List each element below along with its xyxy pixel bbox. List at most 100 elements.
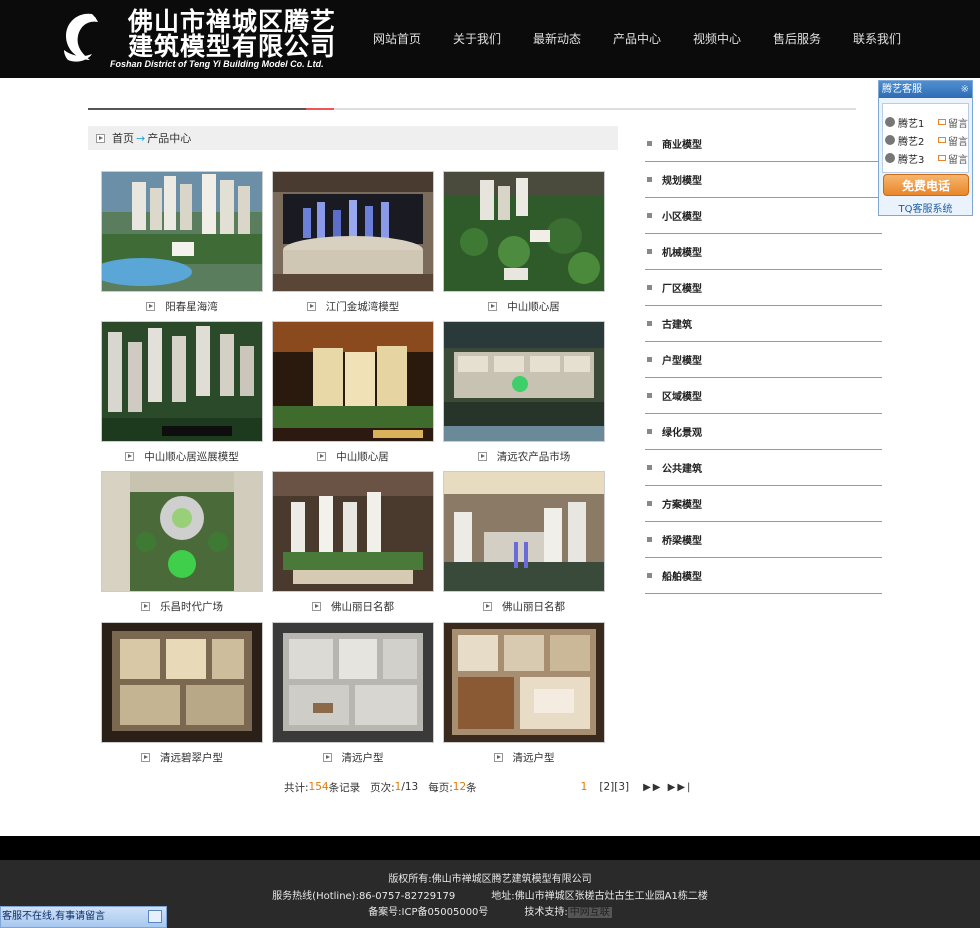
product-caption[interactable]: 清远户型 xyxy=(272,750,434,765)
category-item[interactable]: 商业模型 xyxy=(645,126,882,162)
category-item[interactable]: 绿化景观 xyxy=(645,414,882,450)
product-card[interactable]: 清远户型 xyxy=(272,622,434,764)
site-logo[interactable]: 佛山市禅城区腾艺 建筑模型有限公司 Foshan District of Ten… xyxy=(58,8,348,72)
footer-address: 地址:佛山市禅城区张槎古灶古生工业园A1栋二楼 xyxy=(491,891,708,902)
bullet-icon xyxy=(647,573,652,578)
product-caption[interactable]: 清远农产品市场 xyxy=(443,449,605,464)
product-caption[interactable]: 佛山丽日名都 xyxy=(272,599,434,614)
nav-news[interactable]: 最新动态 xyxy=(526,30,606,48)
product-thumbnail[interactable] xyxy=(443,171,605,292)
category-item[interactable]: 小区模型 xyxy=(645,198,882,234)
bullet-icon xyxy=(647,321,652,326)
product-caption[interactable]: 清远户型 xyxy=(443,750,605,765)
product-card[interactable]: 佛山丽日名都 xyxy=(272,471,434,613)
category-item[interactable]: 船舶模型 xyxy=(645,558,882,594)
service-provider-label[interactable]: TQ客服系统 xyxy=(879,200,972,215)
nav-service[interactable]: 售后服务 xyxy=(766,30,846,48)
qq-icon xyxy=(885,135,895,145)
product-card[interactable]: 清远户型 xyxy=(443,622,605,764)
service-title: 腾艺客服 xyxy=(882,84,922,95)
pager-next-last-icon[interactable]: ▶▶ ▶▶| xyxy=(643,782,692,793)
category-label: 小区模型 xyxy=(662,212,702,223)
product-card[interactable]: 中山顺心居 xyxy=(272,321,434,463)
category-item[interactable]: 户型模型 xyxy=(645,342,882,378)
product-thumbnail[interactable] xyxy=(272,471,434,592)
chat-window-icon[interactable] xyxy=(148,910,162,923)
product-card[interactable]: 阳春星海湾 xyxy=(101,171,263,313)
product-image xyxy=(444,172,604,291)
product-card[interactable]: 江门金城湾模型 xyxy=(272,171,434,313)
pager-total-label: 共计: xyxy=(284,781,309,794)
product-title: 中山顺心居 xyxy=(336,451,389,463)
category-item[interactable]: 公共建筑 xyxy=(645,450,882,486)
nav-products[interactable]: 产品中心 xyxy=(606,30,686,48)
breadcrumb-home[interactable]: 首页 xyxy=(112,130,134,146)
product-thumbnail[interactable] xyxy=(443,471,605,592)
service-agent[interactable]: 腾艺3 留言 xyxy=(883,149,968,167)
category-label: 绿化景观 xyxy=(662,428,702,439)
product-thumbnail[interactable] xyxy=(272,622,434,743)
product-thumbnail[interactable] xyxy=(443,321,605,442)
product-card[interactable]: 中山顺心居巡展模型 xyxy=(101,321,263,463)
close-icon[interactable]: ※ xyxy=(961,81,969,98)
site-header: 佛山市禅城区腾艺 建筑模型有限公司 Foshan District of Ten… xyxy=(0,0,980,78)
product-caption[interactable]: 中山顺心居巡展模型 xyxy=(101,449,263,464)
breadcrumb-separator: → xyxy=(136,131,146,145)
category-item[interactable]: 规划模型 xyxy=(645,162,882,198)
bullet-icon xyxy=(647,537,652,542)
product-thumbnail[interactable] xyxy=(101,321,263,442)
category-item[interactable]: 厂区模型 xyxy=(645,270,882,306)
play-arrow-icon xyxy=(477,452,487,461)
product-image xyxy=(102,172,262,291)
category-item[interactable]: 区域模型 xyxy=(645,378,882,414)
free-call-button[interactable]: 免费电话 xyxy=(883,174,969,196)
product-card[interactable]: 乐昌时代广场 xyxy=(101,471,263,613)
product-card[interactable]: 中山顺心居 xyxy=(443,171,605,313)
product-thumbnail[interactable] xyxy=(101,471,263,592)
nav-videos[interactable]: 视频中心 xyxy=(686,30,766,48)
category-item[interactable]: 方案模型 xyxy=(645,486,882,522)
nav-about[interactable]: 关于我们 xyxy=(446,30,526,48)
leave-message-link[interactable]: 留言 xyxy=(948,133,968,148)
category-label: 公共建筑 xyxy=(662,464,702,475)
product-image xyxy=(102,623,262,742)
play-arrow-icon xyxy=(317,452,327,461)
qq-icon xyxy=(885,153,895,163)
product-thumbnail[interactable] xyxy=(101,622,263,743)
play-arrow-icon xyxy=(125,452,135,461)
product-caption[interactable]: 乐昌时代广场 xyxy=(101,599,263,614)
leave-message-link[interactable]: 留言 xyxy=(948,115,968,130)
product-caption[interactable]: 中山顺心居 xyxy=(272,449,434,464)
footer-tech-link[interactable]: 中网互联 xyxy=(567,907,612,918)
product-caption[interactable]: 阳春星海湾 xyxy=(101,299,263,314)
offline-chat-bar[interactable]: 客服不在线,有事请留言 xyxy=(0,906,167,928)
product-caption[interactable]: 清远碧翠户型 xyxy=(101,750,263,765)
qq-icon xyxy=(885,117,895,127)
category-item[interactable]: 桥梁模型 xyxy=(645,522,882,558)
nav-contact[interactable]: 联系我们 xyxy=(846,30,926,48)
category-label: 厂区模型 xyxy=(662,284,702,295)
product-caption[interactable]: 中山顺心居 xyxy=(443,299,605,314)
product-caption[interactable]: 佛山丽日名都 xyxy=(443,599,605,614)
pager-page-links[interactable]: [2][3] xyxy=(599,781,629,793)
category-item[interactable]: 古建筑 xyxy=(645,306,882,342)
bullet-icon xyxy=(647,177,652,182)
service-agent[interactable]: 腾艺1 留言 xyxy=(883,113,968,131)
product-card[interactable]: 清远碧翠户型 xyxy=(101,622,263,764)
product-card[interactable]: 清远农产品市场 xyxy=(443,321,605,463)
footer-contact: 服务热线(Hotline):86-0757-82729179 地址:佛山市禅城区张… xyxy=(0,887,980,902)
product-thumbnail[interactable] xyxy=(101,171,263,292)
product-card[interactable]: 佛山丽日名都 xyxy=(443,471,605,613)
envelope-icon xyxy=(938,137,946,143)
product-title: 清远户型 xyxy=(512,752,555,764)
pager-page-current: 1 xyxy=(394,781,402,793)
product-caption[interactable]: 江门金城湾模型 xyxy=(272,299,434,314)
service-agent[interactable]: 腾艺2 留言 xyxy=(883,131,968,149)
product-thumbnail[interactable] xyxy=(272,321,434,442)
footer-icp-number[interactable]: 备案号:ICP备05005000号 xyxy=(368,907,488,918)
product-thumbnail[interactable] xyxy=(443,622,605,743)
nav-home[interactable]: 网站首页 xyxy=(366,30,446,48)
product-thumbnail[interactable] xyxy=(272,171,434,292)
leave-message-link[interactable]: 留言 xyxy=(948,151,968,166)
category-item[interactable]: 机械模型 xyxy=(645,234,882,270)
